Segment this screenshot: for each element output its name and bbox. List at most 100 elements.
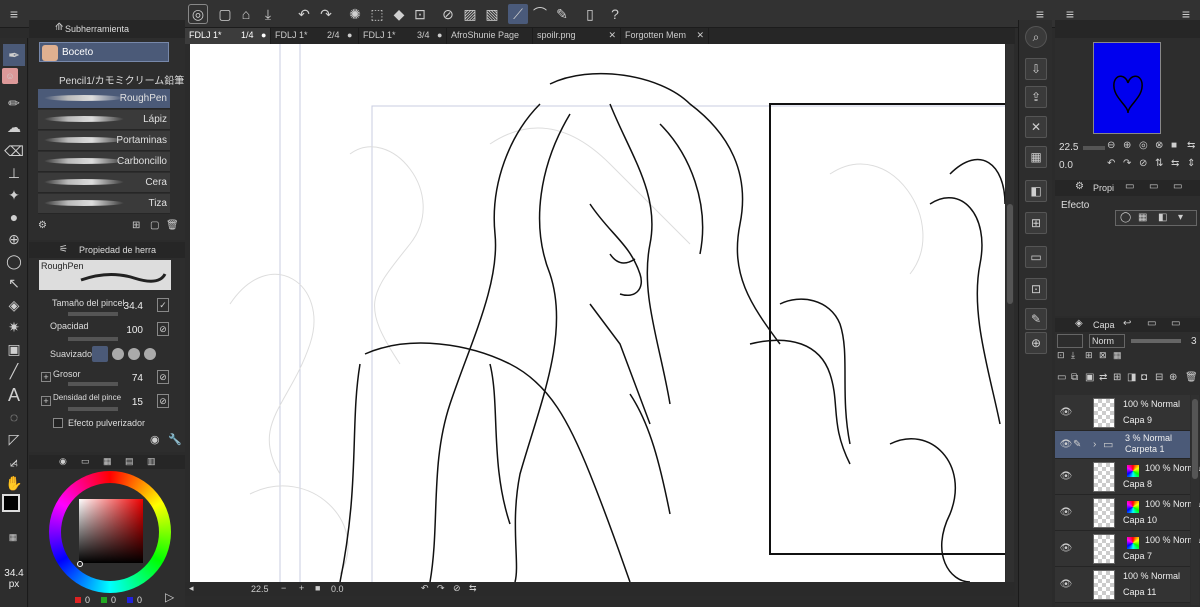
nav-angle-value[interactable]: 0.0	[1059, 160, 1073, 171]
pencil-tool-icon[interactable]: ✏	[3, 92, 25, 114]
show-selection-icon[interactable]: ▧	[482, 4, 502, 24]
smoothing-option-4[interactable]	[144, 348, 156, 360]
settings-icon[interactable]: ⚙	[38, 220, 47, 231]
delete-layer-icon[interactable]: 🗑	[1185, 372, 1198, 383]
operation-tool-icon[interactable]: ⊕	[3, 228, 25, 250]
tab-icon-2[interactable]: ▭	[1125, 181, 1134, 192]
property-tab-icon[interactable]: ⚙	[1075, 181, 1084, 192]
nav-reset-icon[interactable]: ⊘	[1139, 158, 1147, 169]
merge-icon[interactable]: ◨	[1127, 372, 1136, 383]
layer-row[interactable]: 👁 100 % Normal Capa 7	[1055, 531, 1200, 567]
fill-icon[interactable]: ◆	[389, 4, 409, 24]
opacity-pressure-icon[interactable]: ⊘	[157, 322, 169, 336]
brush-size-icon[interactable]: ◉	[150, 433, 160, 446]
open-folder-icon[interactable]: ⌂	[236, 4, 256, 24]
snap-ruler-icon[interactable]: ⟋	[508, 4, 528, 24]
airbrush-tool-icon[interactable]: ⊥	[3, 162, 25, 184]
tone-effect-icon[interactable]: ▦	[1138, 212, 1147, 223]
more-icon[interactable]: ▾	[1178, 212, 1183, 223]
eye-icon[interactable]: 👁	[1059, 507, 1073, 518]
eye-icon[interactable]: 👁	[1059, 471, 1073, 482]
auto-select-tool-icon[interactable]: ✷	[3, 316, 25, 338]
brush-item-roughpen[interactable]: RoughPen	[38, 89, 170, 109]
blend-mode-select[interactable]: Norm	[1089, 334, 1125, 348]
layer-opacity-slider[interactable]	[1131, 339, 1181, 343]
saturation-value-box[interactable]	[79, 499, 143, 563]
layers-tab-2[interactable]: ↩	[1123, 318, 1131, 329]
move-icon[interactable]: ⊕	[1169, 372, 1177, 383]
clear-icon[interactable]: ⬚	[367, 4, 387, 24]
prev-page-icon[interactable]: ◂	[189, 583, 194, 594]
expand-thickness-icon[interactable]: +	[41, 372, 51, 382]
layer-row-folder[interactable]: 👁 ✎ › ▭ 3 % Normal Carpeta 1	[1055, 431, 1190, 459]
ruler-tool-icon[interactable]: ◸	[3, 428, 25, 450]
nav-fit-window-icon[interactable]: ■	[1171, 140, 1177, 151]
border-icon[interactable]: ▭	[1025, 246, 1047, 268]
tab-fdlj-1[interactable]: FDLJ 1* 1/4 ●	[185, 28, 271, 44]
eraser-tool-icon[interactable]: ⌫	[3, 140, 25, 162]
snap-special-icon[interactable]: ⌒	[530, 4, 550, 24]
tab-forgotten[interactable]: Forgotten Mem ✕	[621, 28, 709, 44]
fill-tool-icon[interactable]: ◈	[3, 294, 25, 316]
intermediate-color-tab-icon[interactable]: ▤	[125, 456, 134, 467]
zoom-icon[interactable]: ⊕	[1025, 332, 1047, 354]
nav-fit-icon[interactable]: ⊗	[1155, 140, 1163, 151]
new-subtool-icon[interactable]: ▢	[150, 220, 159, 231]
blend-tool-icon[interactable]: ☁	[3, 116, 25, 138]
density-slider[interactable]	[68, 407, 118, 411]
color-set-tab-icon[interactable]: ▦	[103, 456, 112, 467]
eye-icon[interactable]: 👁	[1059, 579, 1073, 590]
navigator-preview[interactable]	[1093, 42, 1161, 134]
eyedropper-tool-icon[interactable]: ⦯	[3, 450, 25, 472]
size-value[interactable]: 34.4	[113, 301, 143, 312]
invert-selection-icon[interactable]: ▨	[460, 4, 480, 24]
combine-icon[interactable]: ⊞	[1113, 372, 1121, 383]
nav-flip-icon[interactable]: ⇆	[1171, 158, 1179, 169]
flip-icon[interactable]: ⇆	[469, 583, 477, 594]
cancel-icon[interactable]: ✕	[1025, 116, 1047, 138]
expand-density-icon[interactable]: +	[41, 396, 51, 406]
rotate-left-icon[interactable]: ↶	[421, 583, 429, 594]
layers-tab-4[interactable]: ▭	[1171, 318, 1180, 329]
layers-tab-3[interactable]: ▭	[1147, 318, 1156, 329]
apply-mask-icon[interactable]: ⊟	[1155, 372, 1163, 383]
fit-icon[interactable]: ■	[315, 583, 320, 593]
main-color-swatch[interactable]	[2, 494, 20, 512]
subtool-group-boceto[interactable]: Boceto	[39, 42, 169, 62]
tab-spoilr[interactable]: spoilr.png ✕	[533, 28, 621, 44]
border-effect-icon[interactable]: ◯	[1120, 212, 1131, 223]
color-slider-tab-icon[interactable]: ▭	[81, 456, 90, 467]
eye-icon[interactable]: 👁	[1059, 407, 1073, 418]
nav-zoom-value[interactable]: 22.5	[1059, 142, 1078, 153]
rotate-right-icon[interactable]: ↷	[437, 583, 445, 594]
layer-row[interactable]: 👁 100 % Normal Capa 11	[1055, 567, 1190, 603]
mask-icon[interactable]: ◘	[1141, 372, 1147, 383]
brush-item-portaminas[interactable]: Portaminas	[38, 131, 170, 151]
smoothing-option-1[interactable]	[92, 346, 108, 362]
layer-row[interactable]: 👁 100 % Normal Capa 10	[1055, 495, 1200, 531]
size-slider[interactable]	[68, 312, 118, 316]
new-folder-icon[interactable]: ▣	[1085, 372, 1094, 383]
layers-scrollbar[interactable]	[1191, 395, 1199, 605]
opacity-value[interactable]: 100	[113, 325, 143, 336]
thickness-slider[interactable]	[68, 382, 118, 386]
nav-zoom-slider[interactable]	[1083, 146, 1105, 150]
reset-rotation-icon[interactable]: ⊘	[453, 583, 461, 594]
layer-palette-icon[interactable]: ▦	[1113, 350, 1122, 361]
layer-color-select[interactable]	[1057, 334, 1083, 348]
color-wheel-tab-icon[interactable]: ◉	[59, 456, 67, 467]
menu-icon[interactable]: ≡	[4, 4, 24, 24]
tab-fdlj-2[interactable]: FDLJ 1* 2/4 ●	[271, 28, 359, 44]
brush-item-tiza[interactable]: Tiza	[38, 194, 170, 214]
companion-icon[interactable]: ▯	[580, 4, 600, 24]
transfer-icon[interactable]: ⇄	[1099, 372, 1107, 383]
size-pressure-icon[interactable]: ✓	[157, 298, 169, 312]
nav-zoom-in-icon[interactable]: ⊕	[1123, 140, 1131, 151]
density-pressure-icon[interactable]: ⊘	[157, 394, 169, 408]
nav-flip-h-icon[interactable]: ⇆	[1187, 140, 1195, 151]
text-tool-icon[interactable]: A	[3, 384, 25, 406]
color-effect-icon[interactable]: ◧	[1158, 212, 1167, 223]
loading-icon[interactable]: ✺	[345, 4, 365, 24]
angle-value[interactable]: 0.0	[331, 584, 344, 594]
play-icon[interactable]: ▷	[165, 590, 174, 604]
